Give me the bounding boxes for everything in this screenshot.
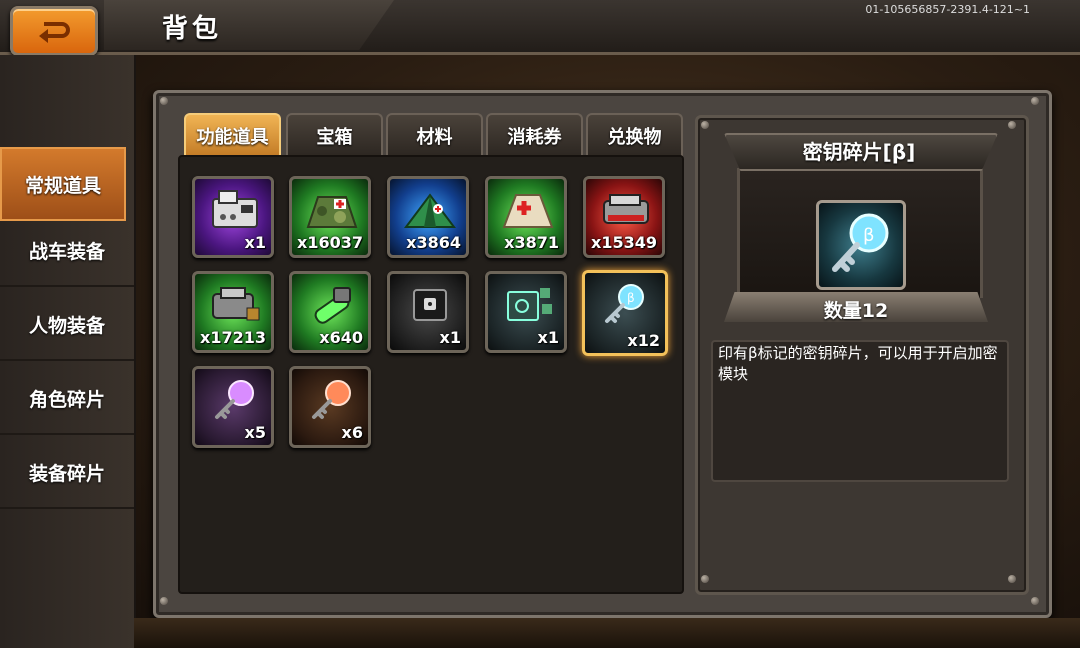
safe-box-icon <box>507 288 552 321</box>
item-slot[interactable]: x16037 <box>289 176 371 258</box>
rivet <box>1031 97 1039 105</box>
key-fragment-beta-icon: β <box>605 284 644 323</box>
detail-item-quantity: 数量12 <box>823 300 889 322</box>
item-quantity: x6 <box>341 423 363 442</box>
fax-machine-icon <box>212 190 258 228</box>
rivet <box>1008 575 1016 583</box>
rivet <box>160 597 168 605</box>
key-fragment-orange-icon <box>312 380 351 419</box>
tab-vouchers[interactable]: 消耗券 <box>486 113 583 157</box>
key-fragment-beta-icon: β <box>832 213 889 272</box>
tab-function-items[interactable]: 功能道具 <box>184 113 281 157</box>
item-slot[interactable]: x17213 <box>192 271 274 353</box>
item-description: 印有β标记的密钥碎片，可以用于开启加密模块 <box>718 344 998 383</box>
title-plate <box>104 0 394 50</box>
energy-canister-icon <box>314 287 351 324</box>
item-quantity: x5 <box>244 423 266 442</box>
green-tent-icon <box>404 193 456 228</box>
item-slot[interactable]: x15349 <box>583 176 665 258</box>
item-quantity: x16037 <box>297 233 363 252</box>
item-quantity: x640 <box>319 328 363 347</box>
item-slot[interactable]: x1 <box>192 176 274 258</box>
key-fragment-purple-icon <box>215 380 254 419</box>
engine-part-icon <box>212 287 260 321</box>
item-slot[interactable]: x6 <box>289 366 371 448</box>
item-quantity: x12 <box>627 331 660 350</box>
detail-item-name: 密钥碎片[β] <box>802 140 916 164</box>
camo-tent-icon <box>306 196 358 228</box>
sidebar-item-character-equipment[interactable]: 人物装备 <box>0 289 134 361</box>
item-quantity: x1 <box>244 233 266 252</box>
item-slot[interactable]: x1 <box>387 271 469 353</box>
version-text: 01-105656857-2391.4-121~1 <box>865 3 1030 16</box>
rivet <box>1008 121 1016 129</box>
item-quantity: x17213 <box>200 328 266 347</box>
item-slot[interactable]: x1 <box>485 271 567 353</box>
item-quantity: x3871 <box>504 233 559 252</box>
back-arrow-icon <box>39 22 70 43</box>
item-slot[interactable]: x3871 <box>485 176 567 258</box>
medical-tent-icon <box>502 194 554 228</box>
item-slot[interactable]: x3864 <box>387 176 469 258</box>
sidebar-item-equipment-shards[interactable]: 装备碎片 <box>0 437 134 509</box>
rivet <box>1031 597 1039 605</box>
rivet <box>701 121 709 129</box>
item-slot[interactable]: x5 <box>192 366 274 448</box>
tab-materials[interactable]: 材料 <box>386 113 483 157</box>
svg-text:β: β <box>863 225 875 246</box>
sidebar-item-vehicle-equipment[interactable]: 战车装备 <box>0 215 134 287</box>
back-button[interactable] <box>10 6 98 56</box>
armor-part-icon <box>603 194 649 224</box>
svg-text:β: β <box>627 291 635 305</box>
detail-item-icon: β <box>816 200 906 290</box>
item-quantity: x1 <box>439 328 461 347</box>
tab-chests[interactable]: 宝箱 <box>286 113 383 157</box>
sidebar-item-regular-items[interactable]: 常规道具 <box>0 147 126 221</box>
page-title: 背包 <box>162 14 223 44</box>
item-quantity: x15349 <box>591 233 657 252</box>
item-slot[interactable]: x640 <box>289 271 371 353</box>
rivet <box>160 97 168 105</box>
bottom-decoration <box>134 618 1080 648</box>
rivet <box>701 575 709 583</box>
item-quantity: x3864 <box>406 233 461 252</box>
tab-exchange[interactable]: 兑换物 <box>586 113 683 157</box>
item-quantity: x1 <box>537 328 559 347</box>
item-slot-selected[interactable]: β x12 <box>582 270 668 356</box>
lock-box-icon <box>413 289 447 321</box>
sidebar-item-character-shards[interactable]: 角色碎片 <box>0 363 134 435</box>
